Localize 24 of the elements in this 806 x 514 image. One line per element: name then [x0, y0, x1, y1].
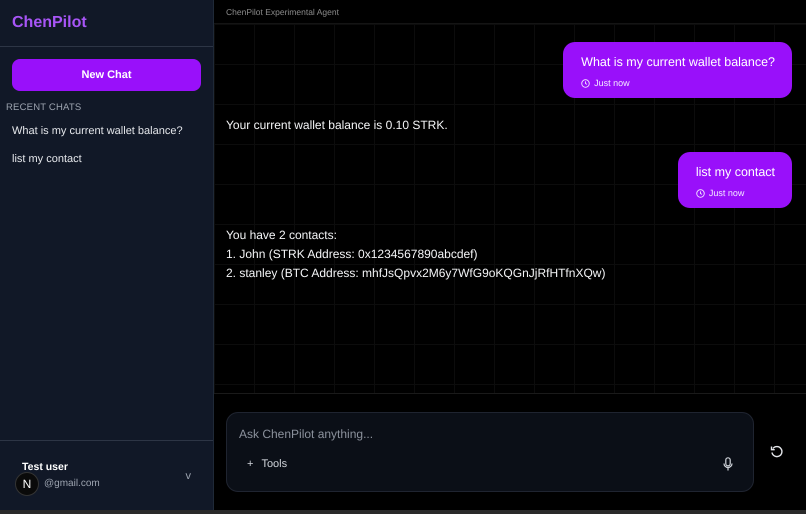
message-text: list my contact: [696, 165, 775, 179]
microphone-icon[interactable]: [723, 457, 733, 471]
section-heading: RECENT CHATS: [6, 102, 82, 113]
new-chat-button[interactable]: New Chat: [12, 59, 201, 91]
recent-chat-item[interactable]: What is my current wallet balance?: [0, 117, 213, 145]
assistant-message-text: Your current wallet balance is 0.10 STRK.: [226, 118, 448, 132]
clock-icon: [581, 78, 590, 88]
header-title: ChenPilot Experimental Agent: [226, 6, 339, 16]
assistant-message-text: 1. John (STRK Address: 0x1234567890abcdef): [226, 247, 478, 261]
assistant-message-text: You have 2 contacts:: [226, 228, 338, 242]
message-composer[interactable]: Ask ChenPilot anything... + Tools: [226, 412, 754, 492]
message-time: Just now: [594, 78, 630, 88]
user-name: Test user: [22, 461, 68, 473]
message-text: What is my current wallet balance?: [581, 55, 775, 69]
account-menu-toggle[interactable]: v: [186, 470, 191, 482]
tools-button[interactable]: + Tools: [239, 458, 288, 470]
clock-icon: [696, 188, 705, 198]
recent-chat-item[interactable]: list my contact: [0, 145, 213, 173]
assistant-message-text: 2. stanley (BTC Address: mhfJsQpvx2M6y7WfG9oKQGnJjRfHTfnXQw): [226, 266, 606, 280]
message-time: Just now: [708, 188, 744, 198]
refresh-icon[interactable]: [770, 445, 784, 459]
brand-title: ChenPilot: [12, 14, 87, 32]
user-email: @gmail.com: [44, 478, 100, 490]
floating-badge[interactable]: N: [15, 472, 39, 496]
